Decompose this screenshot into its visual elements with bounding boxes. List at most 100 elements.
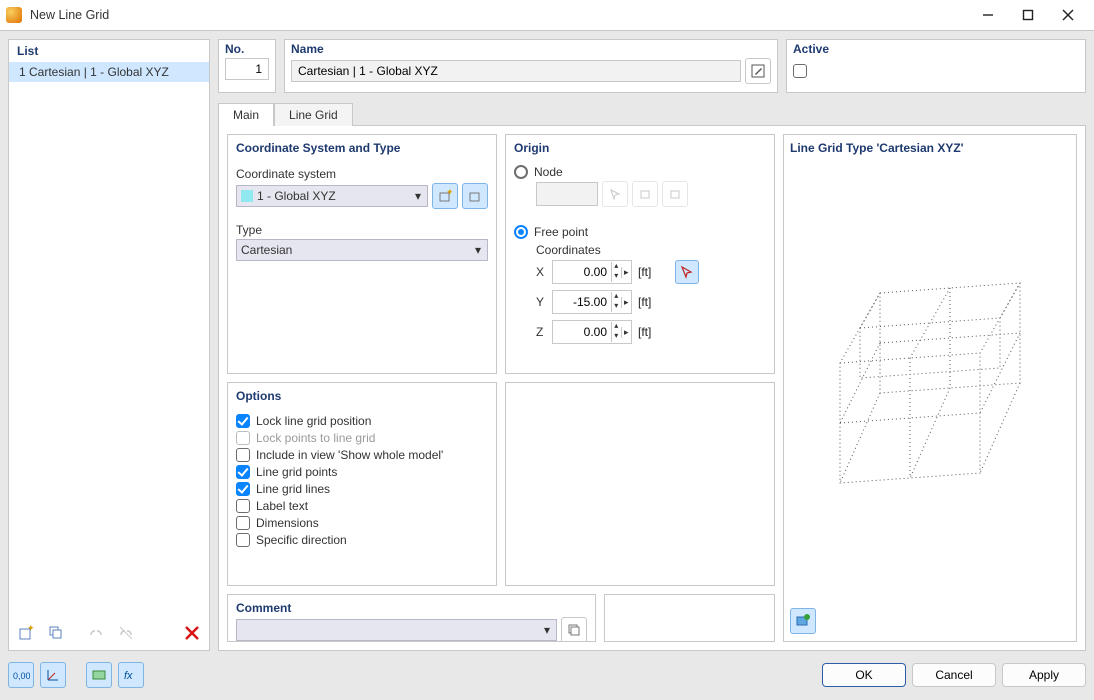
minimize-button[interactable] — [968, 0, 1008, 30]
comment-lib-icon[interactable] — [561, 617, 587, 642]
coord-row-x: X ▴▾ ▸ [ft] — [536, 260, 766, 284]
y-spin-down[interactable]: ▾ — [611, 302, 621, 312]
no-field[interactable] — [225, 58, 269, 80]
y-input[interactable]: ▴▾ ▸ — [552, 290, 632, 314]
function-icon[interactable]: fx — [118, 662, 144, 688]
active-label: Active — [793, 42, 1079, 58]
svg-text:0,00: 0,00 — [13, 671, 30, 681]
cs-select[interactable]: 1 - Global XYZ ▾ — [236, 185, 428, 207]
name-label: Name — [291, 42, 771, 58]
option-lock_pos[interactable]: Lock line grid position — [236, 414, 488, 428]
edit-node-icon — [662, 181, 688, 207]
preview-canvas[interactable] — [790, 159, 1070, 607]
option-lg_lines[interactable]: Line grid lines — [236, 482, 488, 496]
apply-button[interactable]: Apply — [1002, 663, 1086, 687]
ok-button[interactable]: OK — [822, 663, 906, 687]
checkbox-lg_points[interactable] — [236, 465, 250, 479]
list-panel: List 1 Cartesian | 1 - Global XYZ ✦ — [8, 39, 210, 651]
pick-point-icon[interactable] — [675, 260, 699, 284]
app-icon — [6, 7, 22, 23]
units-icon[interactable]: 0,00 — [8, 662, 34, 688]
option-lg_points[interactable]: Line grid points — [236, 465, 488, 479]
tab-main[interactable]: Main — [218, 103, 274, 126]
option-label: Label text — [256, 499, 308, 513]
origin-title: Origin — [514, 141, 766, 155]
render-icon[interactable] — [86, 662, 112, 688]
preview-card: Line Grid Type 'Cartesian XYZ' — [783, 134, 1077, 642]
active-box: Active — [786, 39, 1086, 93]
link-icon — [83, 620, 109, 646]
y-value[interactable] — [553, 292, 611, 312]
unit-x: [ft] — [638, 265, 651, 279]
option-specdir[interactable]: Specific direction — [236, 533, 488, 547]
copy-item-icon[interactable] — [43, 620, 69, 646]
active-checkbox[interactable] — [793, 64, 807, 78]
option-label: Lock line grid position — [256, 414, 371, 428]
option-label: Include in view 'Show whole model' — [256, 448, 443, 462]
axis-y: Y — [536, 295, 546, 309]
x-input[interactable]: ▴▾ ▸ — [552, 260, 632, 284]
tab-line-grid[interactable]: Line Grid — [274, 103, 353, 126]
axes-icon[interactable] — [40, 662, 66, 688]
delete-icon[interactable] — [179, 620, 205, 646]
unit-z: [ft] — [638, 325, 651, 339]
cs-value: 1 - Global XYZ — [257, 189, 336, 203]
svg-text:fx: fx — [124, 670, 133, 682]
name-field[interactable] — [291, 60, 741, 82]
coord-sys-title: Coordinate System and Type — [236, 141, 488, 155]
y-play-icon[interactable]: ▸ — [621, 297, 632, 308]
new-node-icon — [632, 181, 658, 207]
name-box: Name — [284, 39, 778, 93]
option-include[interactable]: Include in view 'Show whole model' — [236, 448, 488, 462]
coord-sys-card: Coordinate System and Type Coordinate sy… — [227, 134, 497, 374]
blank-panel — [505, 382, 775, 586]
coords-label: Coordinates — [536, 243, 766, 257]
type-label: Type — [236, 223, 488, 237]
z-play-icon[interactable]: ▸ — [621, 327, 632, 338]
option-label: Line grid lines — [256, 482, 330, 496]
option-lock_pts: Lock points to line grid — [236, 431, 488, 445]
edit-name-icon[interactable] — [745, 58, 771, 84]
list-toolbar: ✦ — [9, 616, 209, 650]
comment-combo[interactable]: ▾ — [236, 619, 557, 641]
origin-node-option[interactable]: Node — [514, 165, 766, 179]
new-cs-icon[interactable]: ✦ — [432, 183, 458, 209]
x-value[interactable] — [553, 262, 611, 282]
list-area[interactable]: 1 Cartesian | 1 - Global XYZ — [9, 62, 209, 616]
checkbox-lg_lines[interactable] — [236, 482, 250, 496]
svg-text:✦: ✦ — [27, 625, 34, 633]
origin-freepoint-option[interactable]: Free point — [514, 225, 766, 239]
lib-cs-icon[interactable] — [462, 183, 488, 209]
radio-freepoint[interactable] — [514, 225, 528, 239]
option-dims[interactable]: Dimensions — [236, 516, 488, 530]
no-label: No. — [225, 42, 269, 58]
no-box: No. — [218, 39, 276, 93]
cs-label: Coordinate system — [236, 167, 488, 181]
pick-node-icon — [602, 181, 628, 207]
freepoint-label: Free point — [534, 225, 588, 239]
preview-settings-icon[interactable] — [790, 608, 816, 634]
maximize-button[interactable] — [1008, 0, 1048, 30]
option-label: Line grid points — [256, 465, 337, 479]
axis-x: X — [536, 265, 546, 279]
window-title: New Line Grid — [30, 8, 968, 22]
list-item[interactable]: 1 Cartesian | 1 - Global XYZ — [9, 62, 209, 82]
radio-node[interactable] — [514, 165, 528, 179]
checkbox-label[interactable] — [236, 499, 250, 513]
x-play-icon[interactable]: ▸ — [621, 267, 632, 278]
new-item-icon[interactable]: ✦ — [13, 620, 39, 646]
option-label[interactable]: Label text — [236, 499, 488, 513]
node-label: Node — [534, 165, 563, 179]
titlebar: New Line Grid — [0, 0, 1094, 31]
checkbox-include[interactable] — [236, 448, 250, 462]
checkbox-specdir[interactable] — [236, 533, 250, 547]
checkbox-lock_pos[interactable] — [236, 414, 250, 428]
x-spin-down[interactable]: ▾ — [611, 272, 621, 282]
checkbox-dims[interactable] — [236, 516, 250, 530]
z-input[interactable]: ▴▾ ▸ — [552, 320, 632, 344]
cancel-button[interactable]: Cancel — [912, 663, 996, 687]
close-button[interactable] — [1048, 0, 1088, 30]
type-select[interactable]: Cartesian ▾ — [236, 239, 488, 261]
z-value[interactable] — [553, 322, 611, 342]
z-spin-down[interactable]: ▾ — [611, 332, 621, 342]
